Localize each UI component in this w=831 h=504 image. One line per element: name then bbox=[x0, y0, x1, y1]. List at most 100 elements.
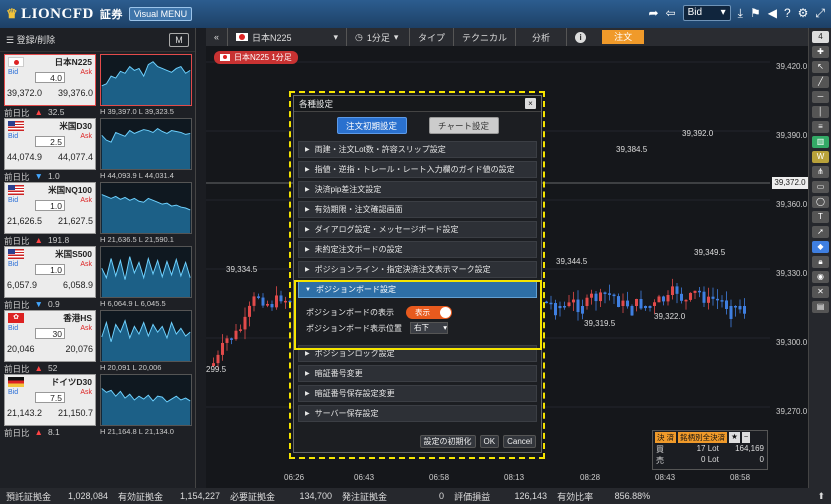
rate-box[interactable]: 米国S500 Bid Ask 1.0 6,057.9 6,058.9 bbox=[4, 246, 96, 298]
crosshair-icon[interactable]: ✚ bbox=[812, 46, 829, 58]
technical-button[interactable]: テクニカル bbox=[454, 28, 515, 46]
bid-price[interactable]: 39,372.0 bbox=[7, 88, 42, 98]
rate-tile[interactable]: 米国NQ100 Bid Ask 1.0 21,626.5 21,627.5 前日比 ▲… bbox=[4, 182, 194, 246]
spread-value: 7.5 bbox=[35, 392, 65, 403]
ask-price[interactable]: 21,150.7 bbox=[58, 408, 93, 418]
rate-box[interactable]: 日本N225 Bid Ask 4.0 39,372.0 39,376.0 bbox=[4, 54, 96, 106]
type-button[interactable]: タイプ bbox=[410, 28, 453, 46]
save-drawing-icon[interactable]: ▤ bbox=[812, 301, 829, 313]
rate-box[interactable]: 米国D30 Bid Ask 2.5 44,074.9 44,077.4 bbox=[4, 118, 96, 170]
account-label: 評価損益 bbox=[454, 491, 491, 502]
position-board-show-toggle[interactable]: 表示 bbox=[406, 305, 452, 319]
minimize-icon[interactable]: − bbox=[741, 432, 751, 443]
scroll-top-icon[interactable]: ⬆ bbox=[817, 491, 825, 502]
arrow-icon[interactable]: ➚ bbox=[812, 226, 829, 238]
close-icon[interactable]: × bbox=[525, 98, 536, 109]
caret-right-icon: ▶ bbox=[305, 187, 310, 193]
download-icon[interactable]: ⤓ bbox=[738, 6, 743, 21]
analysis-button[interactable]: 分析 bbox=[516, 28, 566, 46]
settings-section[interactable]: ▶ サーバー保存設定 bbox=[298, 405, 537, 422]
rate-box[interactable]: ✿ 香港HS Bid Ask 30 20,046 20,076 bbox=[4, 310, 96, 362]
help-icon[interactable]: ? bbox=[784, 6, 791, 20]
position-board-position-select[interactable]: 右下 ▾ bbox=[410, 322, 448, 334]
cursor-icon[interactable]: ↖ bbox=[812, 61, 829, 73]
channel-icon[interactable]: ≡ bbox=[812, 121, 829, 133]
fibonacci-icon[interactable]: ▥ bbox=[812, 136, 829, 148]
rate-tile[interactable]: ✿ 香港HS Bid Ask 30 20,046 20,076 前日比 ▲ 52 H 20… bbox=[4, 310, 194, 374]
ask-price[interactable]: 6,058.9 bbox=[63, 280, 93, 290]
import-icon[interactable]: ➦ bbox=[649, 6, 659, 20]
settle-by-symbol-button[interactable]: 銘柄別全決済 bbox=[678, 432, 728, 443]
bid-price[interactable]: 44,074.9 bbox=[7, 152, 42, 162]
tab-order-settings[interactable]: 注文初期設定 bbox=[336, 117, 407, 134]
ellipse-icon[interactable]: ◯ bbox=[812, 196, 829, 208]
bid-price[interactable]: 21,626.5 bbox=[7, 216, 42, 226]
collapse-panel-icon[interactable]: « bbox=[206, 28, 227, 46]
trendline-icon[interactable]: ╱ bbox=[812, 76, 829, 88]
pitchfork-icon[interactable]: ⋔ bbox=[812, 166, 829, 178]
ok-button[interactable]: OK bbox=[479, 435, 500, 448]
mini-chart[interactable] bbox=[100, 54, 192, 106]
settings-section[interactable]: ▶ ダイアログ設定・メッセージボード設定 bbox=[298, 221, 537, 238]
visual-menu-button[interactable]: Visual MENU bbox=[128, 7, 193, 21]
price-annotation: 39,384.5 bbox=[616, 145, 648, 154]
text-icon[interactable]: T bbox=[812, 211, 829, 223]
tab-chart-settings[interactable]: チャート設定 bbox=[428, 117, 499, 134]
settings-section[interactable]: ▶ ポジションロック設定 bbox=[298, 345, 537, 362]
ask-price[interactable]: 39,376.0 bbox=[58, 88, 93, 98]
cancel-button[interactable]: Cancel bbox=[503, 435, 536, 448]
ask-price[interactable]: 44,077.4 bbox=[58, 152, 93, 162]
settings-section[interactable]: ▶ 有効期限・注文確認画面 bbox=[298, 201, 537, 218]
order-button[interactable]: 注文 bbox=[602, 30, 645, 44]
brand-name: LIONCFD bbox=[21, 5, 94, 22]
mini-chart[interactable] bbox=[100, 310, 192, 362]
timeframe-select[interactable]: ◷ 1分足 ▾ bbox=[347, 28, 409, 46]
mini-chart[interactable] bbox=[100, 182, 192, 234]
rectangle-icon[interactable]: ▭ bbox=[812, 181, 829, 193]
gear-icon[interactable]: ⚙ bbox=[798, 6, 809, 20]
bid-ask-select[interactable]: Bid ▾ bbox=[682, 5, 731, 21]
pin-icon[interactable]: ★ bbox=[729, 432, 740, 443]
settings-section[interactable]: ▶ ポジションライン・指定決済注文表示マーク設定 bbox=[298, 261, 537, 278]
eye-icon[interactable]: ◉ bbox=[812, 271, 829, 283]
reset-settings-button[interactable]: 設定の初期化 bbox=[419, 435, 476, 448]
settings-section[interactable]: ▶ 両建・注文Lot数・許容スリップ設定 bbox=[298, 141, 537, 158]
expand-icon[interactable]: ⤢ bbox=[815, 6, 825, 21]
m-button[interactable]: M bbox=[169, 32, 189, 47]
hline-icon[interactable]: ─ bbox=[812, 91, 829, 103]
settings-section[interactable]: ▶ 未約定注文ボードの設定 bbox=[298, 241, 537, 258]
mini-chart[interactable] bbox=[100, 374, 192, 426]
rate-tile[interactable]: ドイツD30 Bid Ask 7.5 21,143.2 21,150.7 前日比 ▲ 8… bbox=[4, 374, 194, 438]
rate-tile[interactable]: 日本N225 Bid Ask 4.0 39,372.0 39,376.0 前日比 ▲ 3… bbox=[4, 54, 194, 118]
bid-price[interactable]: 20,046 bbox=[7, 344, 35, 354]
mini-chart[interactable] bbox=[100, 246, 192, 298]
rate-box[interactable]: ドイツD30 Bid Ask 7.5 21,143.2 21,150.7 bbox=[4, 374, 96, 426]
settings-section[interactable]: ▶ 決済pip差注文設定 bbox=[298, 181, 537, 198]
lock-icon[interactable]: 🔒︎ bbox=[812, 256, 829, 268]
layout-4-icon[interactable]: 4 bbox=[812, 31, 829, 43]
rate-box[interactable]: 米国NQ100 Bid Ask 1.0 21,626.5 21,627.5 bbox=[4, 182, 96, 234]
bid-price[interactable]: 21,143.2 bbox=[7, 408, 42, 418]
settings-section[interactable]: ▶ 指値・逆指・トレール・レート入力欄のガイド値の設定 bbox=[298, 161, 537, 178]
info-icon[interactable]: i bbox=[567, 28, 594, 46]
section-position-board[interactable]: ▼ ポジションボード設定 bbox=[298, 281, 537, 298]
settings-section[interactable]: ▶ 暗証番号保存設定変更 bbox=[298, 385, 537, 402]
top-bar: ♛ LIONCFD 証券 Visual MENU ➦ ⇦ Bid ▾ ⤓ ⚑ ◀ … bbox=[0, 0, 831, 28]
mini-chart[interactable] bbox=[100, 118, 192, 170]
export-icon[interactable]: ⇦ bbox=[666, 6, 676, 20]
vline-icon[interactable]: │ bbox=[812, 106, 829, 118]
symbol-select[interactable]: 日本N225 ▾ bbox=[228, 28, 346, 46]
gann-icon[interactable]: W bbox=[812, 151, 829, 163]
register-delete-link[interactable]: ☰ 登録/削除 bbox=[6, 33, 55, 46]
megaphone-icon[interactable]: ◀ bbox=[768, 6, 777, 20]
rate-tile[interactable]: 米国D30 Bid Ask 2.5 44,074.9 44,077.4 前日比 ▼ 1.… bbox=[4, 118, 194, 182]
flag-icon[interactable]: ⚑ bbox=[750, 6, 761, 20]
bid-price[interactable]: 6,057.9 bbox=[7, 280, 37, 290]
settings-section[interactable]: ▶ 暗証番号変更 bbox=[298, 365, 537, 382]
settle-button[interactable]: 決 済 bbox=[655, 432, 677, 443]
trash-icon[interactable]: ✕ bbox=[812, 286, 829, 298]
magnet-icon[interactable]: ◆ bbox=[812, 241, 829, 253]
ask-price[interactable]: 21,627.5 bbox=[58, 216, 93, 226]
ask-price[interactable]: 20,076 bbox=[65, 344, 93, 354]
rate-tile[interactable]: 米国S500 Bid Ask 1.0 6,057.9 6,058.9 前日比 ▼ 0.9… bbox=[4, 246, 194, 310]
